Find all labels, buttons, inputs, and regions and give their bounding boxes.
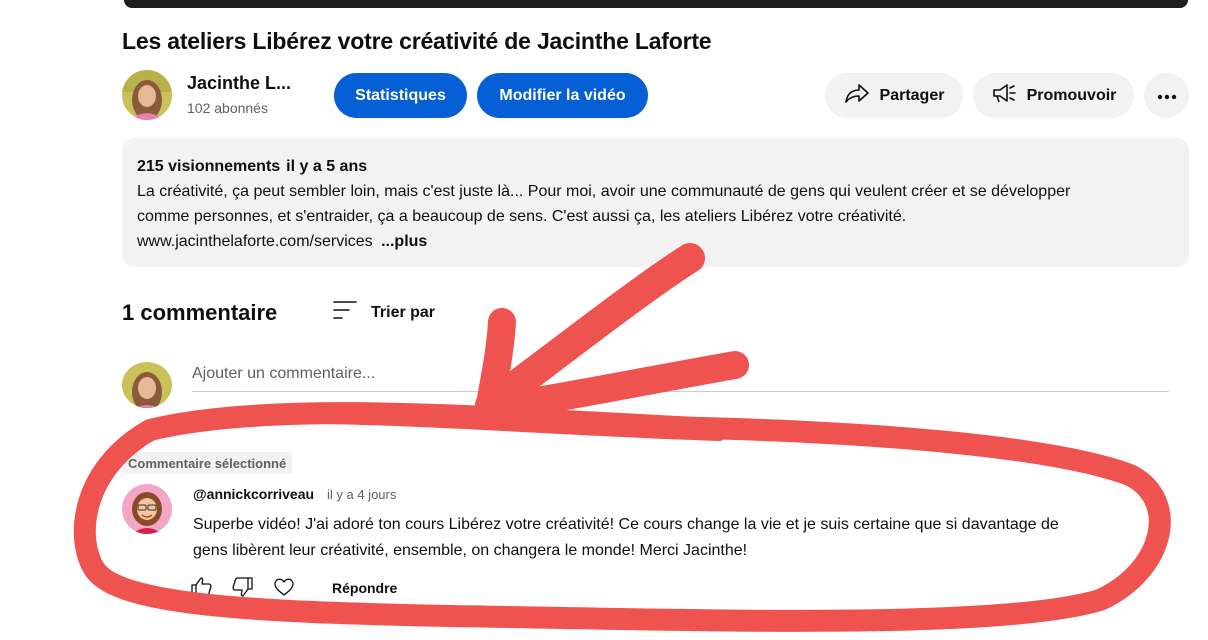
promote-button[interactable]: Promouvoir	[973, 73, 1134, 118]
share-button[interactable]: Partager	[825, 73, 963, 118]
annotation-arrow-head-right	[481, 351, 749, 422]
video-player-edge[interactable]	[124, 0, 1188, 8]
add-comment-underline	[192, 391, 1169, 392]
share-icon	[844, 82, 870, 109]
megaphone-icon	[991, 82, 1017, 109]
sort-label: Trier par	[371, 303, 436, 321]
more-icon	[1157, 87, 1177, 105]
subscriber-count: 102 abonnés	[187, 100, 268, 116]
channel-name[interactable]: Jacinthe L...	[187, 73, 291, 94]
annotation-ellipse-inner	[155, 413, 725, 441]
view-count: 215 visionnements	[137, 158, 281, 175]
more-options-button[interactable]	[1144, 73, 1189, 118]
annotation-arrow-shaft	[475, 243, 705, 420]
like-button[interactable]	[189, 576, 215, 602]
like-icon	[190, 575, 214, 604]
show-more-button[interactable]: ...plus	[381, 233, 427, 250]
description-line: La créativité, ça peut sembler loin, mai…	[137, 183, 1071, 200]
upload-age: il y a 5 ans	[286, 158, 368, 175]
comment-time[interactable]: il y a 4 jours	[327, 487, 396, 502]
comment-text: Superbe vidéo! J'ai adoré ton cours Libé…	[193, 512, 1153, 564]
dislike-icon	[230, 575, 254, 604]
comment-line: Superbe vidéo! J'ai adoré ton cours Libé…	[193, 516, 1059, 533]
sort-icon	[333, 300, 357, 325]
reply-button[interactable]: Répondre	[332, 580, 397, 596]
comment-author[interactable]: @annickcorriveau	[193, 486, 314, 502]
selected-comment-badge: Commentaire sélectionné	[122, 452, 293, 474]
description-link[interactable]: www.jacinthelaforte.com/services	[137, 233, 373, 250]
commenter-avatar[interactable]	[122, 484, 172, 534]
sort-button[interactable]: Trier par	[333, 300, 435, 325]
description-box[interactable]: 215 visionnements il y a 5 ans La créativ…	[122, 138, 1189, 267]
description-line: comme personnes, et s'entraider, ça a be…	[137, 208, 907, 225]
description-meta: 215 visionnements il y a 5 ans	[137, 154, 1174, 179]
user-avatar	[122, 362, 172, 408]
annotation-arrow-head-left	[476, 308, 516, 419]
comments-count: 1 commentaire	[122, 300, 278, 325]
statistics-button[interactable]: Statistiques	[334, 73, 467, 118]
comment-line: gens libèrent leur créativité, ensemble,…	[193, 542, 748, 559]
dislike-button[interactable]	[229, 576, 255, 602]
heart-icon	[273, 577, 295, 602]
promote-label: Promouvoir	[1026, 86, 1117, 104]
video-title: Les ateliers Libérez votre créativité de…	[122, 28, 712, 54]
heart-button[interactable]	[271, 576, 297, 602]
channel-avatar[interactable]	[122, 70, 172, 120]
share-label: Partager	[879, 86, 945, 104]
description-link-row: www.jacinthelaforte.com/services ...plus	[137, 229, 1174, 254]
edit-video-button[interactable]: Modifier la vidéo	[477, 73, 648, 118]
add-comment-input[interactable]: Ajouter un commentaire...	[192, 365, 375, 383]
